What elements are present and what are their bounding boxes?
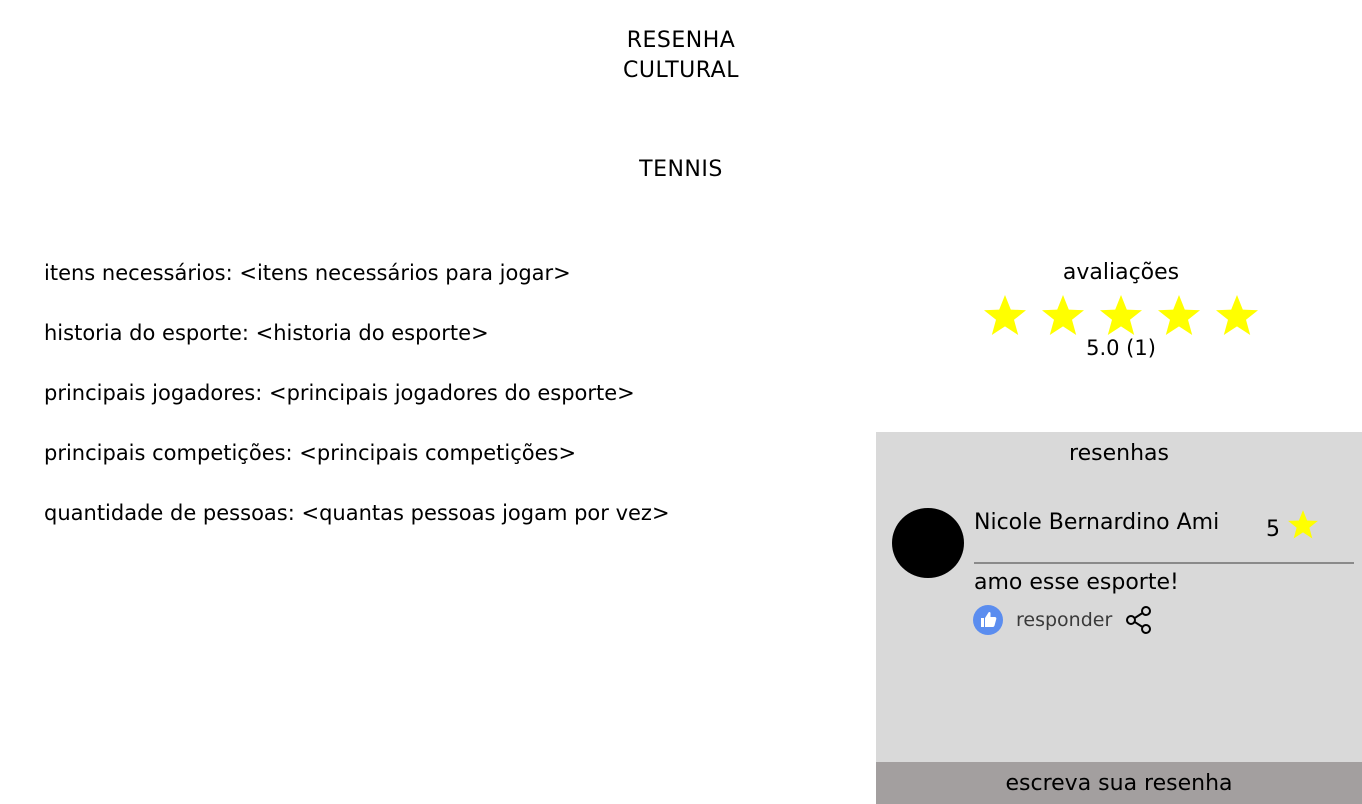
ratings-title: avaliações bbox=[1062, 260, 1180, 285]
review-actions: responder bbox=[972, 604, 1156, 636]
star-icon bbox=[1286, 508, 1320, 551]
page: RESENHA CULTURAL TENNIS itens necessário… bbox=[0, 0, 1362, 804]
reviews-panel: resenhas Nicole Bernardino Ami 5 amo ess… bbox=[876, 432, 1362, 804]
write-review-button[interactable]: escreva sua resenha bbox=[876, 762, 1362, 804]
star-icon bbox=[981, 292, 1029, 344]
sport-info-list: itens necessários: <itens necessários pa… bbox=[44, 258, 824, 558]
share-icon[interactable] bbox=[1124, 604, 1156, 636]
ratings-section: avaliações 5.0 (1) bbox=[940, 258, 1302, 362]
info-number-of-players: quantidade de pessoas: <quantas pessoas … bbox=[44, 501, 670, 525]
site-title-line-2: CULTURAL bbox=[623, 58, 739, 83]
reply-link[interactable]: responder bbox=[1016, 609, 1112, 631]
star-icon bbox=[1039, 292, 1087, 344]
sport-title: TENNIS bbox=[639, 157, 723, 182]
review-author: Nicole Bernardino Ami bbox=[974, 510, 1220, 535]
info-items-needed: itens necessários: <itens necessários pa… bbox=[44, 261, 571, 285]
info-main-players: principais jogadores: <principais jogado… bbox=[44, 381, 635, 405]
review-divider bbox=[974, 562, 1354, 564]
star-icon bbox=[1213, 292, 1261, 344]
reviews-title: resenhas bbox=[1069, 441, 1169, 466]
thumbs-up-icon[interactable] bbox=[972, 604, 1004, 636]
avatar bbox=[892, 508, 964, 578]
review-score: 5 bbox=[1266, 508, 1320, 551]
site-title-line-1: RESENHA bbox=[626, 28, 736, 53]
site-title: RESENHA CULTURAL bbox=[0, 26, 1362, 86]
review-score-value: 5 bbox=[1266, 516, 1280, 542]
star-icon bbox=[1155, 292, 1203, 344]
review-text: amo esse esporte! bbox=[974, 570, 1179, 595]
info-sport-history: historia do esporte: <historia do esport… bbox=[44, 321, 489, 345]
info-main-competitions: principais competições: <principais comp… bbox=[44, 441, 577, 465]
